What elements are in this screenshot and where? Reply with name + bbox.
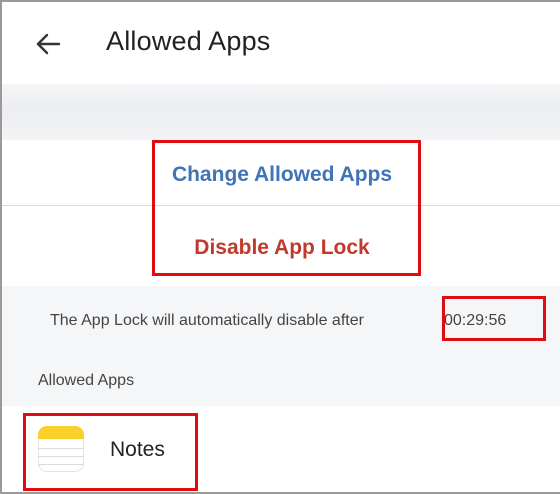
arrow-left-icon — [36, 33, 61, 55]
blurred-banner — [2, 84, 560, 142]
change-allowed-apps-button[interactable]: Change Allowed Apps — [2, 140, 560, 210]
countdown-timer: 00:29:56 — [444, 312, 507, 329]
list-item-notes[interactable]: Notes — [2, 406, 560, 492]
notes-app-icon — [38, 426, 84, 472]
page-title: Allowed Apps — [106, 26, 271, 56]
app-lock-screen: Allowed Apps Change Allowed Apps Disable… — [0, 0, 560, 494]
auto-disable-message: The App Lock will automatically disable … — [50, 312, 364, 329]
allowed-apps-heading: Allowed Apps — [38, 372, 135, 389]
top-app-bar: Allowed Apps — [2, 2, 560, 84]
back-button[interactable] — [28, 24, 68, 64]
disable-app-lock-button[interactable]: Disable App Lock — [2, 213, 560, 283]
divider — [2, 205, 560, 206]
app-lock-actions: Change Allowed Apps Disable App Lock — [2, 140, 560, 286]
app-name: Notes — [110, 438, 165, 461]
